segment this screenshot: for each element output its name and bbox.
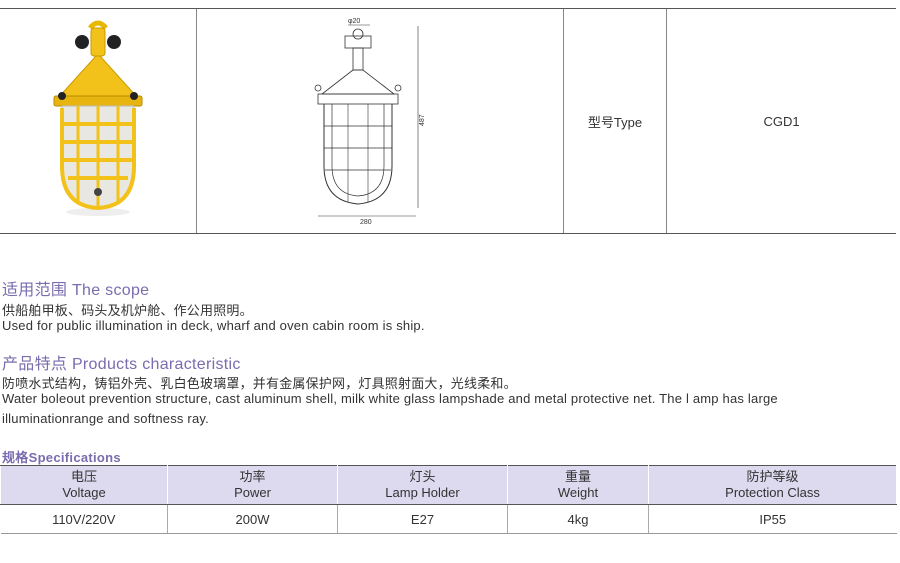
spec-value-protection-class: IP55 bbox=[648, 504, 897, 534]
scope-title: 适用范围 The scope bbox=[2, 282, 150, 299]
spec-value-weight: 4kg bbox=[507, 504, 649, 534]
spec-header-row: 电压 Voltage 功率 Power 灯头 Lamp Holder 重量 Weight… bbox=[0, 465, 897, 505]
characteristic-title: 产品特点 Products characteristic bbox=[2, 356, 241, 373]
spec-header-voltage: 电压 Voltage bbox=[0, 465, 168, 505]
scope-text-cn: 供船舶甲板、码头及机炉舱、作公用照明。 bbox=[2, 303, 253, 318]
dimension-top-label: φ20 bbox=[348, 18, 360, 25]
spec-value-power: 200W bbox=[167, 504, 338, 534]
characteristic-text-cn: 防喷水式结构，铸铝外壳、乳白色玻璃罩，并有金属保护网，灯具照射面大，光线柔和。 bbox=[2, 376, 517, 391]
dimension-height-label: 487 bbox=[419, 114, 426, 126]
specifications-table: 电压 Voltage 功率 Power 灯头 Lamp Holder 重量 Weight… bbox=[0, 465, 897, 534]
product-header-table: φ20 487 280 型号Type CGD1 bbox=[0, 8, 896, 234]
model-label: 型号Type bbox=[564, 9, 667, 233]
spec-value-row: 110V/220V 200W E27 4kg IP55 bbox=[0, 504, 897, 534]
technical-drawing-cell: φ20 487 280 bbox=[197, 9, 564, 233]
model-value: CGD1 bbox=[763, 113, 800, 129]
spec-header-lamp-holder: 灯头 Lamp Holder bbox=[337, 465, 508, 505]
spec-header-weight: 重量 Weight bbox=[507, 465, 649, 505]
spec-header-power: 功率 Power bbox=[167, 465, 338, 505]
specifications-title: 规格Specifications bbox=[2, 450, 121, 465]
dimension-width-label: 280 bbox=[360, 219, 372, 226]
characteristic-text-en-2: illuminationrange and softness ray. bbox=[2, 411, 209, 426]
technical-drawing: φ20 487 280 bbox=[314, 18, 426, 226]
characteristic-text-en-1: Water boleout prevention structure, cast… bbox=[2, 391, 778, 406]
spec-value-voltage: 110V/220V bbox=[0, 504, 168, 534]
scope-text-en: Used for public illumination in deck, wh… bbox=[2, 318, 425, 333]
spec-value-lamp-holder: E27 bbox=[337, 504, 508, 534]
product-photo-cell bbox=[0, 9, 197, 233]
lamp-photo bbox=[53, 20, 143, 216]
spec-header-protection-class: 防护等级 Protection Class bbox=[648, 465, 897, 505]
